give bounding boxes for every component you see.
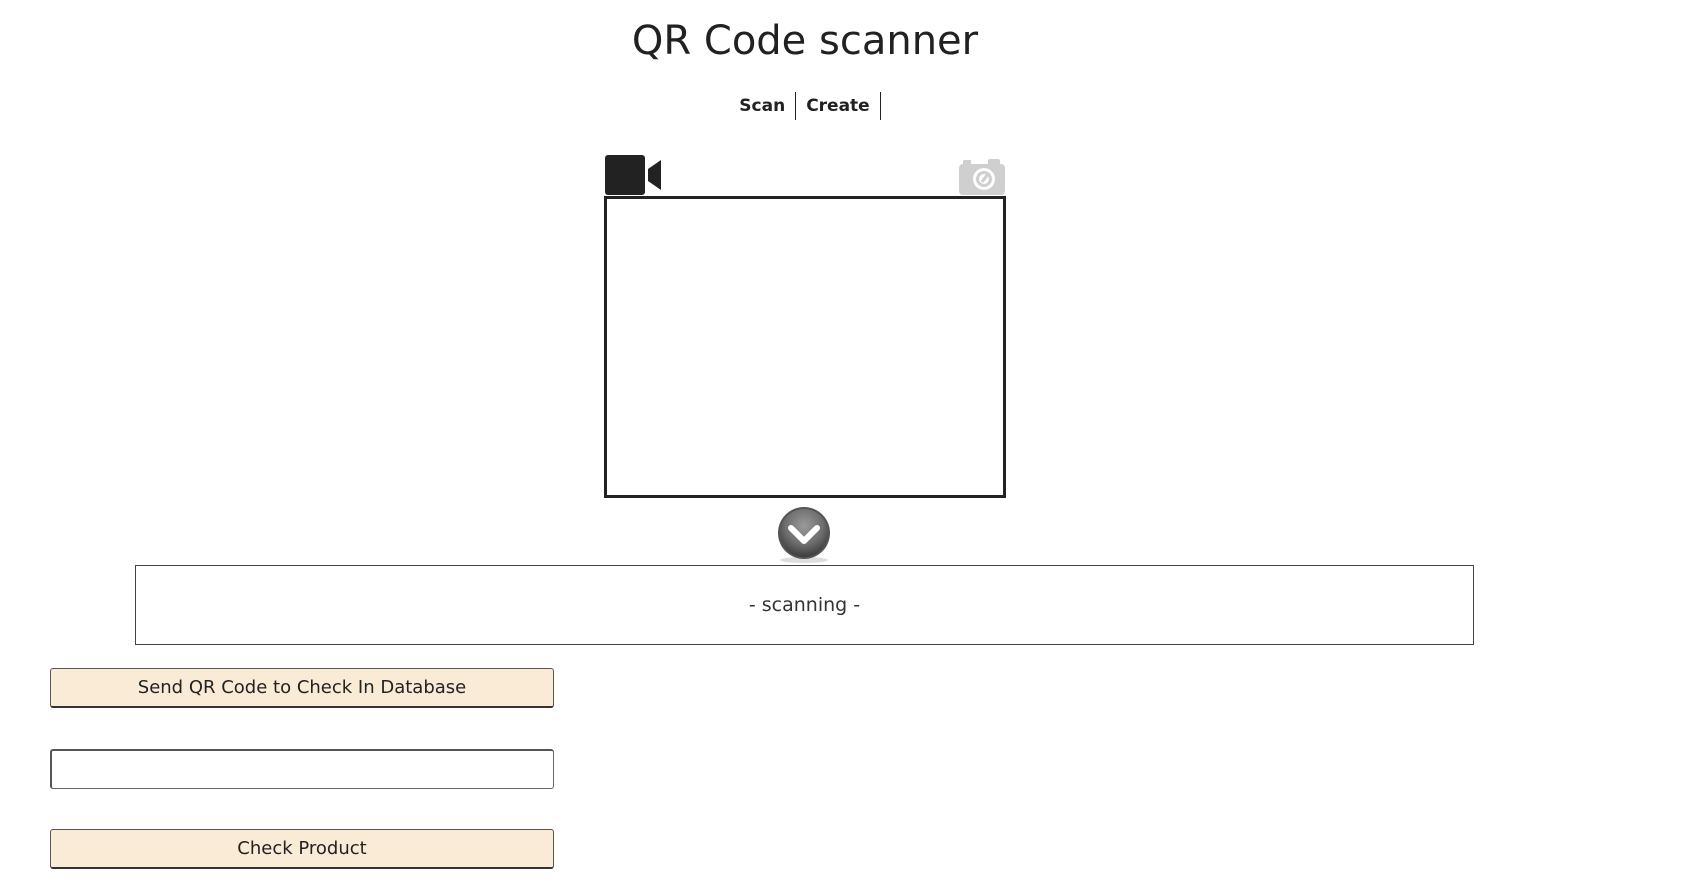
send-to-database-button[interactable]: Send QR Code to Check In Database <box>50 668 554 708</box>
scan-result-box: - scanning - <box>135 565 1474 645</box>
chevron-down-icon[interactable] <box>776 506 832 564</box>
photo-camera-icon[interactable] <box>958 156 1006 196</box>
page-title: QR Code scanner <box>631 18 979 64</box>
tab-create[interactable]: Create <box>796 92 881 120</box>
scan-status-text: - scanning - <box>748 594 861 616</box>
camera-viewport <box>604 196 1006 498</box>
tab-nav: Scan Create <box>0 92 1610 120</box>
page: QR Code scanner Scan Create - scanning -… <box>0 0 1693 888</box>
camera-toolbar <box>604 152 1006 196</box>
video-camera-icon[interactable] <box>604 154 664 196</box>
tab-scan[interactable]: Scan <box>729 92 797 120</box>
check-product-button[interactable]: Check Product <box>50 829 554 869</box>
scanner-panel <box>604 152 1006 498</box>
product-input[interactable] <box>50 749 554 789</box>
